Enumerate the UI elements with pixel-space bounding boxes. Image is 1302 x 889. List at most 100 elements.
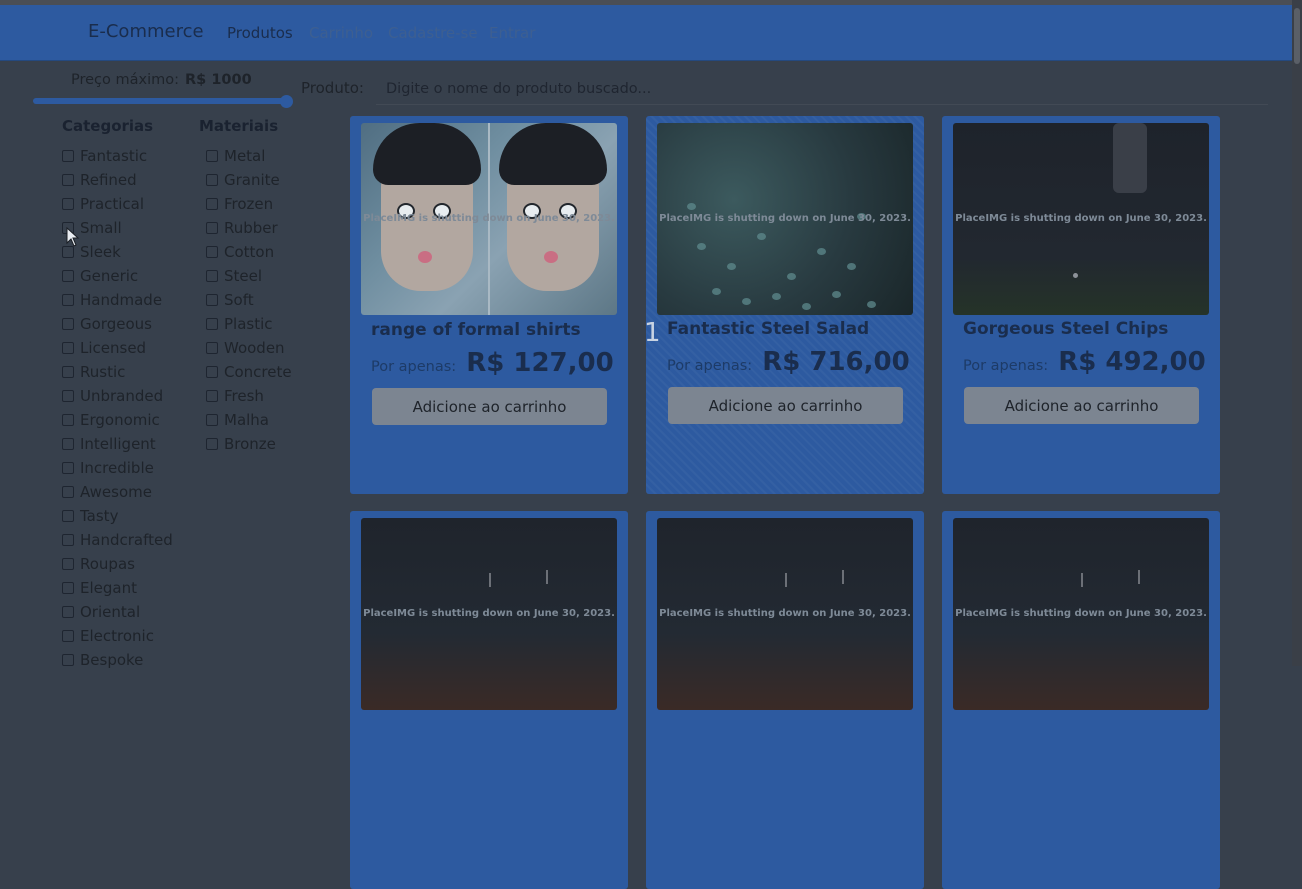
category-checkbox[interactable]: [62, 414, 74, 426]
category-checkbox[interactable]: [62, 294, 74, 306]
category-label: Electronic: [80, 627, 154, 645]
price-range-slider[interactable]: [33, 98, 287, 104]
category-checkbox[interactable]: [62, 270, 74, 282]
category-item[interactable]: Practical: [62, 192, 173, 216]
category-checkbox[interactable]: [62, 366, 74, 378]
material-item[interactable]: Frozen: [206, 192, 292, 216]
price-prefix: Por apenas:: [667, 358, 753, 374]
category-checkbox[interactable]: [62, 630, 74, 642]
category-checkbox[interactable]: [62, 558, 74, 570]
nav-link-entrar[interactable]: Entrar: [489, 24, 535, 42]
category-item[interactable]: Refined: [62, 168, 173, 192]
brand-link[interactable]: E-Commerce: [88, 21, 204, 42]
material-checkbox[interactable]: [206, 294, 218, 306]
category-label: Licensed: [80, 339, 147, 357]
product-name: Gorgeous Steel Chips: [963, 319, 1169, 339]
category-checkbox[interactable]: [62, 342, 74, 354]
category-checkbox[interactable]: [62, 510, 74, 522]
nav-link-carrinho[interactable]: Carrinho: [309, 24, 373, 42]
material-label: Frozen: [224, 195, 274, 213]
category-checkbox[interactable]: [62, 390, 74, 402]
category-checkbox[interactable]: [62, 246, 74, 258]
material-item[interactable]: Soft: [206, 288, 292, 312]
category-item[interactable]: Electronic: [62, 624, 173, 648]
nav-link-cadastre-se[interactable]: Cadastre-se: [388, 24, 478, 42]
material-checkbox[interactable]: [206, 246, 218, 258]
category-checkbox[interactable]: [62, 198, 74, 210]
nav-link-produtos[interactable]: Produtos: [227, 24, 293, 42]
price-max-value: R$ 1000: [185, 72, 252, 88]
navbar: E-Commerce Produtos Carrinho Cadastre-se…: [0, 5, 1292, 60]
scrollbar-thumb[interactable]: [1294, 8, 1300, 64]
add-to-cart-button[interactable]: Adicione ao carrinho: [964, 387, 1199, 424]
category-item[interactable]: Tasty: [62, 504, 173, 528]
price-row: Por apenas: R$ 492,00: [963, 347, 1206, 377]
category-item[interactable]: Licensed: [62, 336, 173, 360]
material-checkbox[interactable]: [206, 150, 218, 162]
material-checkbox[interactable]: [206, 318, 218, 330]
add-to-cart-button[interactable]: Adicione ao carrinho: [372, 388, 607, 425]
material-checkbox[interactable]: [206, 438, 218, 450]
category-item[interactable]: Gorgeous: [62, 312, 173, 336]
price-range-handle[interactable]: [280, 95, 293, 108]
price-row: Por apenas: R$ 716,00: [667, 347, 910, 377]
category-item[interactable]: Intelligent: [62, 432, 173, 456]
category-item[interactable]: Oriental: [62, 600, 173, 624]
add-to-cart-button[interactable]: Adicione ao carrinho: [668, 387, 903, 424]
category-label: Incredible: [80, 459, 154, 477]
material-checkbox[interactable]: [206, 174, 218, 186]
category-label: Roupas: [80, 555, 135, 573]
category-item[interactable]: Rustic: [62, 360, 173, 384]
category-item[interactable]: Handmade: [62, 288, 173, 312]
image-placeholder-note: PlaceIMG is shutting down on June 30, 20…: [363, 608, 615, 619]
material-checkbox[interactable]: [206, 270, 218, 282]
material-checkbox[interactable]: [206, 198, 218, 210]
category-label: Tasty: [80, 507, 119, 525]
category-item[interactable]: Handcrafted: [62, 528, 173, 552]
category-checkbox[interactable]: [62, 486, 74, 498]
category-item[interactable]: Roupas: [62, 552, 173, 576]
category-item[interactable]: Generic: [62, 264, 173, 288]
category-checkbox[interactable]: [62, 150, 74, 162]
material-item[interactable]: Metal: [206, 144, 292, 168]
material-label: Rubber: [224, 219, 278, 237]
category-label: Oriental: [80, 603, 141, 621]
category-item[interactable]: Fantastic: [62, 144, 173, 168]
category-checkbox[interactable]: [62, 654, 74, 666]
material-checkbox[interactable]: [206, 222, 218, 234]
category-item[interactable]: Unbranded: [62, 384, 173, 408]
image-placeholder-note: PlaceIMG is shutting down on June 30, 20…: [363, 213, 615, 224]
material-checkbox[interactable]: [206, 390, 218, 402]
category-item[interactable]: Bespoke: [62, 648, 173, 672]
material-item[interactable]: Malha: [206, 408, 292, 432]
category-item[interactable]: Elegant: [62, 576, 173, 600]
category-checkbox[interactable]: [62, 606, 74, 618]
material-label: Metal: [224, 147, 266, 165]
material-item[interactable]: Granite: [206, 168, 292, 192]
material-item[interactable]: Fresh: [206, 384, 292, 408]
material-checkbox[interactable]: [206, 414, 218, 426]
image-placeholder-note: PlaceIMG is shutting down on June 30, 20…: [955, 608, 1207, 619]
material-checkbox[interactable]: [206, 366, 218, 378]
search-label: Produto:: [301, 79, 364, 97]
category-item[interactable]: Ergonomic: [62, 408, 173, 432]
category-item[interactable]: Awesome: [62, 480, 173, 504]
material-item[interactable]: Cotton: [206, 240, 292, 264]
category-checkbox[interactable]: [62, 582, 74, 594]
category-item[interactable]: Incredible: [62, 456, 173, 480]
category-checkbox[interactable]: [62, 318, 74, 330]
material-item[interactable]: Plastic: [206, 312, 292, 336]
product-search-input[interactable]: [376, 74, 1268, 105]
category-checkbox[interactable]: [62, 534, 74, 546]
material-item[interactable]: Concrete: [206, 360, 292, 384]
material-item[interactable]: Steel: [206, 264, 292, 288]
material-checkbox[interactable]: [206, 342, 218, 354]
material-item[interactable]: Bronze: [206, 432, 292, 456]
product-card: PlaceIMG is shutting down on June 30, 20…: [350, 511, 628, 889]
category-checkbox[interactable]: [62, 174, 74, 186]
vertical-scrollbar[interactable]: [1292, 0, 1302, 666]
category-checkbox[interactable]: [62, 438, 74, 450]
material-item[interactable]: Rubber: [206, 216, 292, 240]
category-checkbox[interactable]: [62, 462, 74, 474]
material-item[interactable]: Wooden: [206, 336, 292, 360]
